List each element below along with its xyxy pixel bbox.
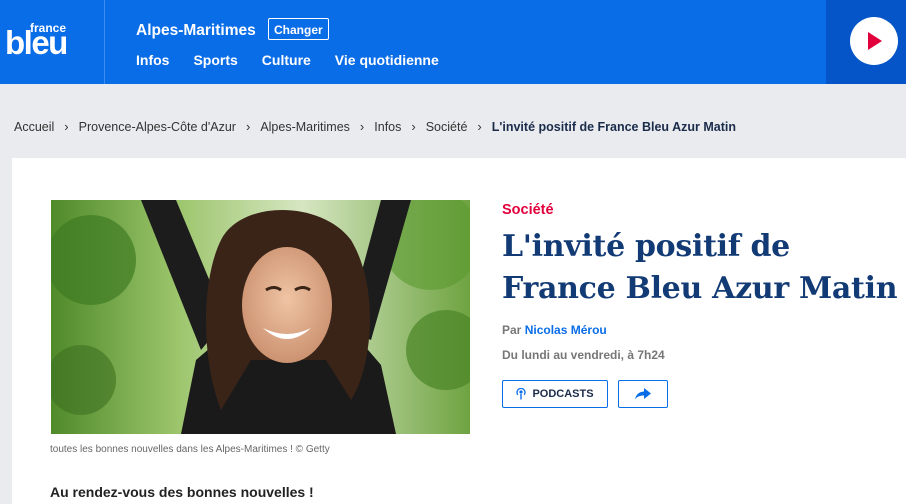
- breadcrumb-accueil[interactable]: Accueil: [14, 120, 54, 134]
- byline: Par Nicolas Mérou: [502, 323, 607, 337]
- breadcrumb-separator: ›: [359, 119, 365, 134]
- breadcrumb-separator: ›: [411, 119, 416, 134]
- breadcrumb-societe[interactable]: Société: [426, 120, 468, 134]
- author-link[interactable]: Nicolas Mérou: [525, 323, 607, 337]
- article-photo: [51, 200, 470, 434]
- breadcrumb-separator: ›: [477, 119, 482, 134]
- breadcrumb-alpes-maritimes[interactable]: Alpes-Maritimes: [260, 120, 350, 134]
- article-intro: Au rendez-vous des bonnes nouvelles !: [50, 484, 314, 500]
- logo-bleu-text: bleu: [5, 24, 68, 61]
- breadcrumb-paca[interactable]: Provence-Alpes-Côte d'Azur: [79, 120, 236, 134]
- breadcrumb-infos[interactable]: Infos: [374, 120, 401, 134]
- breadcrumb-separator: ›: [64, 119, 69, 134]
- top-header: france bleu Alpes-Maritimes Changer Info…: [0, 0, 906, 84]
- france-bleu-logo[interactable]: france bleu: [0, 0, 105, 84]
- share-button[interactable]: [618, 380, 668, 408]
- main-nav: Infos Sports Culture Vie quotidienne: [136, 52, 463, 68]
- nav-infos[interactable]: Infos: [136, 52, 169, 68]
- broadcast-schedule: Du lundi au vendredi, à 7h24: [502, 348, 665, 362]
- article-category[interactable]: Société: [502, 202, 554, 218]
- podcasts-label: PODCASTS: [532, 388, 594, 400]
- breadcrumb-separator: ›: [245, 119, 251, 134]
- nav-sports[interactable]: Sports: [193, 52, 237, 68]
- play-icon: [868, 32, 882, 50]
- podcasts-button[interactable]: PODCASTS: [502, 380, 608, 408]
- share-icon: [635, 388, 651, 400]
- nav-vie-quotidienne[interactable]: Vie quotidienne: [335, 52, 439, 68]
- breadcrumb: Accueil › Provence-Alpes-Côte d'Azur › A…: [14, 119, 736, 134]
- region-name: Alpes-Maritimes: [136, 22, 256, 39]
- play-button[interactable]: [850, 17, 898, 65]
- breadcrumb-current: L'invité positif de France Bleu Azur Mat…: [491, 119, 736, 134]
- nav-culture[interactable]: Culture: [262, 52, 311, 68]
- live-player: [826, 0, 906, 84]
- podcast-icon: [516, 388, 527, 400]
- article-title: L'invité positif de France Bleu Azur Mat…: [502, 229, 898, 306]
- byline-prefix: Par: [502, 323, 522, 337]
- change-region-button[interactable]: Changer: [268, 18, 329, 40]
- photo-caption: toutes les bonnes nouvelles dans les Alp…: [50, 444, 330, 455]
